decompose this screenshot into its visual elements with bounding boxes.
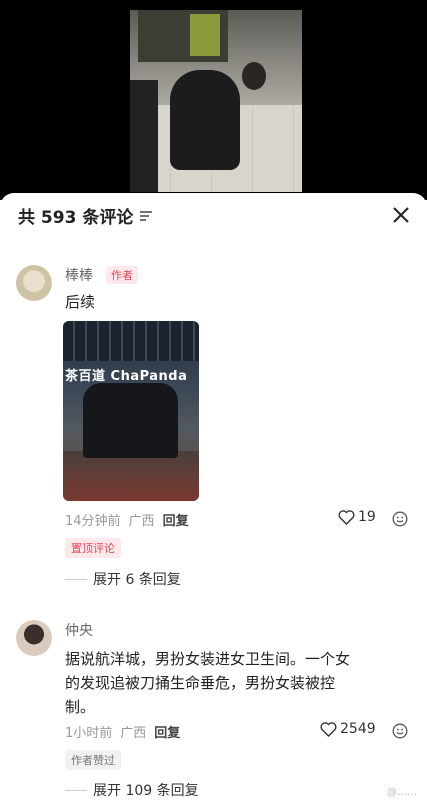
expand-replies-label: 展开 109 条回复 [93,783,199,799]
comment-location: 广西 [128,514,155,529]
comment-time: 1小时前 [65,726,113,741]
avatar[interactable] [16,620,52,656]
comment-author-name[interactable]: 仲央 [65,620,93,640]
comment-meta: 1小时前 广西 回复 [65,722,180,741]
reply-button[interactable]: 回复 [154,722,180,741]
emoji-reaction-icon[interactable] [392,511,408,527]
comments-header: 共 593 条评论 [18,203,153,228]
expand-replies-button[interactable]: 展开 109 条回复 [65,780,199,800]
video-frame [130,10,302,192]
author-badge: 作者 [106,266,138,284]
like-count: 19 [358,509,376,525]
heart-icon [320,721,337,737]
video-player[interactable] [0,0,427,200]
pinned-comment-tag: 置顶评论 [65,538,121,558]
comment-text: 据说航洋城，男扮女装进女卫生间。一个女 的发现追被刀捅生命垂危，男扮女装被控 制… [65,650,351,716]
comments-sheet: 共 593 条评论 棒棒 作者 后续 茶百道 ChaPanda 14分钟前 广西… [0,193,427,800]
comment-text: 后续 [65,293,96,311]
like-count: 2549 [340,721,376,737]
watermark: @…… [387,787,417,798]
comments-count-title: 共 593 条评论 [18,208,134,228]
reply-button[interactable]: 回复 [163,510,189,529]
expand-replies-button[interactable]: 展开 6 条回复 [65,569,181,589]
comment-meta: 14分钟前 广西 回复 [65,510,189,529]
comment-author-name[interactable]: 棒棒 [65,265,93,285]
comment-image[interactable]: 茶百道 ChaPanda [63,321,199,501]
sort-icon[interactable] [139,209,153,223]
comment-time: 14分钟前 [65,514,121,529]
like-button[interactable]: 2549 [320,721,376,737]
heart-icon [338,509,355,525]
avatar[interactable] [16,265,52,301]
author-liked-tag: 作者赞过 [65,750,121,770]
emoji-reaction-icon[interactable] [392,723,408,739]
expand-replies-label: 展开 6 条回复 [93,572,181,588]
like-button[interactable]: 19 [338,509,376,525]
comment-location: 广西 [120,726,147,741]
close-icon[interactable] [391,205,411,225]
image-store-sign: 茶百道 ChaPanda [65,369,188,384]
